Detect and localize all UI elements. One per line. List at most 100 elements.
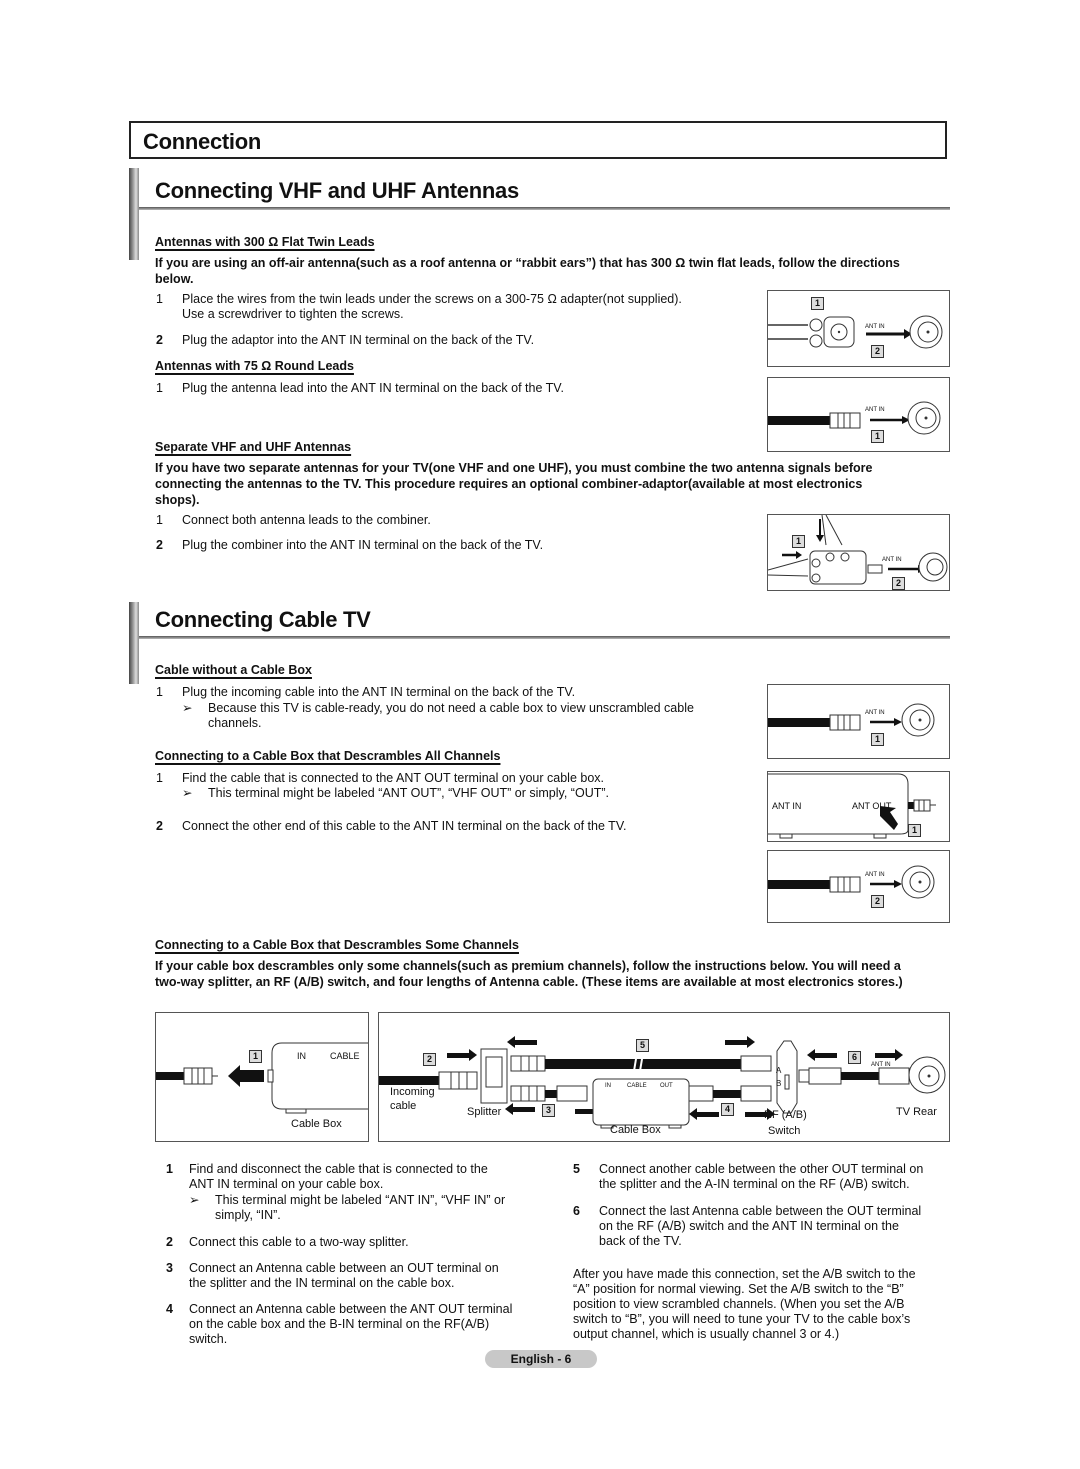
intro-300-ohm-line2: below. (155, 272, 194, 286)
ant-in-label: ANT IN (865, 324, 885, 330)
note: ➢ This terminal might be labeled “ANT OU… (182, 786, 742, 802)
step-number: 2 (156, 333, 163, 347)
step-item: 6 Connect the last Antenna cable between… (573, 1204, 953, 1252)
cable-box-cable-label: CABLE (330, 1051, 360, 1061)
step-number: 1 (156, 685, 163, 699)
section-bar (129, 602, 139, 684)
cable-box-in-label: IN (297, 1051, 306, 1061)
paragraph-line: output channel, which is usually channel… (573, 1327, 840, 1341)
step-text: Plug the combiner into the ANT IN termin… (182, 538, 544, 552)
step-tag: 4 (721, 1103, 734, 1116)
note-text: Because this TV is cable-ready, you do n… (208, 701, 694, 715)
section-title-antennas: Connecting VHF and UHF Antennas (155, 178, 519, 203)
step-text: Connect this cable to a two-way splitter… (189, 1235, 409, 1249)
step-text: Plug the antenna lead into the ANT IN te… (182, 381, 564, 395)
cable-box-caption: Cable Box (291, 1118, 342, 1130)
note-arrow-icon: ➢ (189, 1193, 200, 1207)
note-arrow-icon: ➢ (182, 786, 193, 800)
step-item: 1 Plug the antenna lead into the ANT IN … (156, 381, 736, 397)
step-item: 3 Connect an Antenna cable between an OU… (166, 1261, 546, 1293)
step-tag: 2 (871, 895, 884, 908)
intro-some-line2: two-way splitter, an RF (A/B) switch, an… (155, 975, 903, 989)
incoming-label: cable (390, 1100, 417, 1112)
step-item: 1 Place the wires from the twin leads un… (156, 292, 736, 324)
step-item: 5 Connect another cable between the othe… (573, 1162, 953, 1194)
step-number: 1 (166, 1162, 173, 1176)
cable-illustration (768, 703, 935, 737)
step-number: 6 (573, 1204, 580, 1218)
intro-separate-line1: If you have two separate antennas for yo… (155, 461, 873, 475)
step-item: 4 Connect an Antenna cable between the A… (166, 1302, 546, 1350)
tv-rear-label: TV Rear (896, 1106, 937, 1118)
step-text: Connect an Antenna cable between the ANT… (189, 1302, 513, 1316)
paragraph-line: After you have made this connection, set… (573, 1267, 916, 1281)
ant-out-label: ANT OUT (852, 801, 892, 811)
intro-some-line1: If your cable box descrambles only some … (155, 959, 901, 973)
subheading-cable-without-box: Cable without a Cable Box (155, 663, 312, 677)
ant-in-label: ANT IN (772, 801, 802, 811)
figure-cable-to-ant-in: 2 ANT IN (767, 850, 950, 923)
step-text: Place the wires from the twin leads unde… (182, 292, 682, 306)
subheading-75-ohm: Antennas with 75 Ω Round Leads (155, 359, 354, 373)
note: ➢ This terminal might be labeled “ANT IN… (189, 1193, 549, 1225)
figure-combiner: 1 2 ANT IN (767, 514, 950, 591)
combiner-illustration (768, 515, 948, 585)
step-number: 2 (156, 819, 163, 833)
rf-switch-label: RF (A/B) (764, 1109, 807, 1121)
switch-a-label: A (776, 1066, 782, 1075)
step-text: Connect an Antenna cable between an OUT … (189, 1261, 499, 1275)
step-text: Connect the other end of this cable to t… (182, 819, 627, 833)
step-text: Connect another cable between the other … (599, 1162, 924, 1176)
step-tag: 6 (848, 1051, 861, 1064)
subheading-descrambles-all: Connecting to a Cable Box that Descrambl… (155, 749, 501, 763)
paragraph-line: switch to “B”, you will need to tune you… (573, 1312, 911, 1326)
step-tag: 1 (871, 430, 884, 443)
section-title-cable-tv: Connecting Cable TV (155, 607, 371, 632)
step-text: on the cable box and the B-IN terminal o… (189, 1317, 490, 1331)
step-tag: 5 (636, 1039, 649, 1052)
step-text: on the RF (A/B) switch and the ANT IN te… (599, 1219, 899, 1233)
ant-in-label: ANT IN (865, 407, 885, 413)
note-arrow-icon: ➢ (182, 701, 193, 715)
step-number: 1 (156, 381, 163, 395)
chapter-header: Connection (129, 121, 947, 159)
figure-disconnect-cable-box: 1 IN CABLE Cable Box (155, 1012, 369, 1142)
step-text: Find and disconnect the cable that is co… (189, 1162, 488, 1176)
step-number: 1 (156, 292, 163, 306)
section-bar (129, 168, 139, 260)
figure-splitter-rf-switch: 2 3 4 5 6 Incoming cable Splitter IN CAB… (378, 1012, 950, 1142)
step-text: Plug the incoming cable into the ANT IN … (182, 685, 576, 699)
step-text: Connect the last Antenna cable between t… (599, 1204, 922, 1218)
intro-300-ohm-line1: If you are using an off-air antenna(such… (155, 256, 900, 270)
intro-separate-line2: connecting the antennas to the TV. This … (155, 477, 863, 491)
box-caption: Cable Box (610, 1124, 661, 1136)
note-text: This terminal might be labeled “ANT OUT”… (208, 786, 609, 800)
ant-in-label: ANT IN (882, 557, 902, 563)
intro-separate-line3: shops). (155, 493, 200, 507)
step-item: 2 Connect the other end of this cable to… (156, 819, 756, 835)
step-text: Connect both antenna leads to the combin… (182, 513, 431, 527)
note: ➢ Because this TV is cable-ready, you do… (182, 701, 742, 733)
step-text: the splitter and the IN terminal on the … (189, 1276, 455, 1290)
step-number: 2 (156, 538, 163, 552)
incoming-label: Incoming (390, 1086, 435, 1098)
step-tag: 1 (249, 1050, 262, 1063)
cable-illustration (768, 865, 935, 899)
step-item: 1 Find and disconnect the cable that is … (166, 1162, 546, 1194)
step-number: 1 (156, 513, 163, 527)
step-item: 1 Find the cable that is connected to th… (156, 771, 756, 787)
step-tag: 1 (871, 733, 884, 746)
section-rule (139, 636, 950, 639)
chapter-title: Connection (143, 129, 261, 154)
subheading-300-ohm: Antennas with 300 Ω Flat Twin Leads (155, 235, 375, 249)
paragraph-line: “A” position for normal viewing. Set the… (573, 1282, 904, 1296)
switch-b-label: B (776, 1079, 782, 1088)
round-lead-illustration (768, 401, 941, 435)
step-text: switch. (189, 1332, 228, 1346)
box-cable-label: CABLE (627, 1083, 647, 1089)
box-in-label: IN (605, 1083, 611, 1089)
step-number: 2 (166, 1235, 173, 1249)
page-number-badge: English - 6 (485, 1350, 597, 1368)
note-text: simply, “IN”. (215, 1208, 281, 1222)
box-out-label: OUT (660, 1083, 673, 1089)
